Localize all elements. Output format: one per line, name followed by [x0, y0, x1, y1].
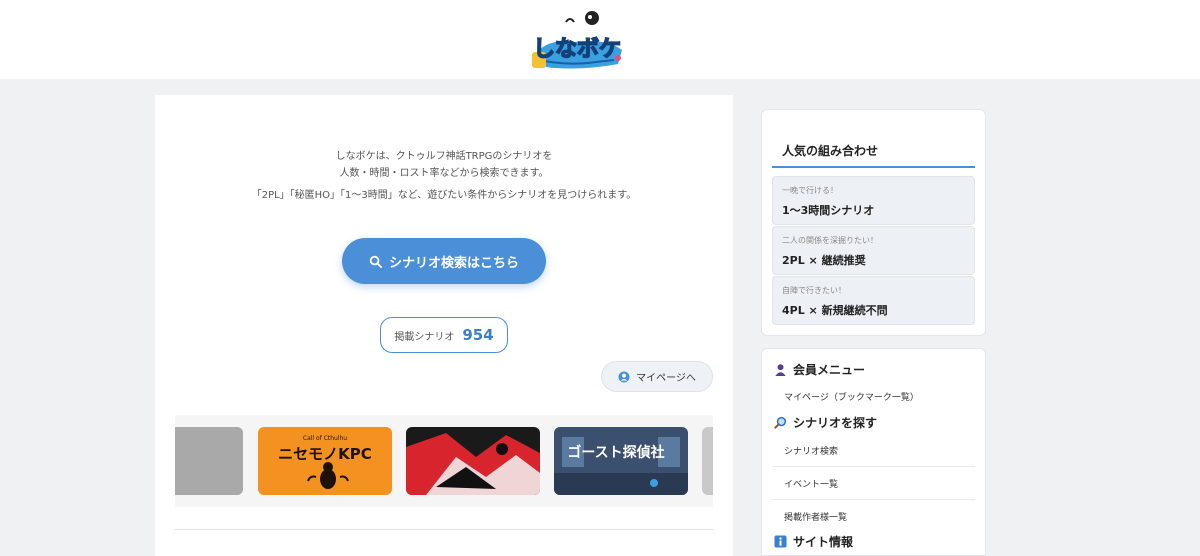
menu-item-mypage[interactable]: マイページ（ブックマーク一覧）: [784, 390, 919, 403]
magnifier-icon: [774, 416, 787, 429]
scenario-card[interactable]: ゴースト探偵社: [554, 427, 688, 495]
site-logo[interactable]: しなボケ: [526, 8, 628, 72]
logo-text: しなボケ: [533, 37, 621, 62]
scenario-card[interactable]: Call of Cthulhu ニセモノKPC: [258, 427, 392, 495]
member-menu-title: 会員メニュー: [793, 363, 866, 377]
scenario-card[interactable]: [406, 427, 540, 495]
scenario-search-button[interactable]: シナリオ検索はこちら: [342, 238, 546, 284]
user-icon: [618, 371, 630, 382]
search-menu-heading: シナリオを探す: [774, 414, 877, 431]
menu-item-authors[interactable]: 掲載作者様一覧: [784, 510, 847, 523]
scenario-count-value: 954: [462, 326, 494, 344]
combo-item-1[interactable]: 一晩で行ける！ 1〜3時間シナリオ: [772, 176, 975, 225]
section-divider: [175, 529, 713, 530]
intro-line-2: 人数・時間・ロスト率などから検索できます。: [339, 168, 549, 179]
card-caption: ニセモノKPC: [278, 445, 372, 463]
site-info-title: サイト情報: [793, 535, 854, 549]
popular-combinations-panel: 人気の組み合わせ 一晩で行ける！ 1〜3時間シナリオ 二人の関係を深掘りたい！ …: [761, 109, 986, 336]
info-icon: [774, 535, 787, 548]
menu-item-events[interactable]: イベント一覧: [784, 477, 838, 490]
menu-separator: [772, 466, 975, 467]
search-menu-title: シナリオを探す: [793, 416, 878, 430]
sidebar-menu: 会員メニュー マイページ（ブックマーク一覧） シナリオを探す シナリオ検索 イベ…: [761, 348, 986, 556]
scenario-count-label: 掲載シナリオ: [394, 331, 455, 343]
member-menu-heading: 会員メニュー: [774, 361, 865, 378]
member-icon: [775, 364, 786, 376]
scenario-card[interactable]: [175, 427, 243, 495]
popular-title-underline: [772, 166, 975, 168]
combo-subtitle: 一晩で行ける！: [782, 186, 838, 195]
site-header: しなボケ: [0, 0, 1200, 79]
combo-subtitle: 自陣で行きたい！: [782, 286, 846, 295]
intro-line-3: 「2PL」「秘匿HO」「1〜3時間」など、遊びたい条件からシナリオを見つけられま…: [251, 190, 637, 201]
main-panel: しなボケは、クトゥルフ神話TRPGのシナリオを 人数・時間・ロスト率などから検索…: [155, 95, 733, 556]
card-caption: ゴースト探偵社: [567, 444, 664, 461]
scenario-count-box: 掲載シナリオ 954: [380, 317, 508, 353]
scenario-carousel[interactable]: Call of Cthulhu ニセモノKPC ゴースト探偵社: [175, 415, 713, 507]
combo-subtitle: 二人の関係を深掘りたい！: [782, 236, 878, 245]
search-icon: [369, 255, 382, 268]
card-subcaption: Call of Cthulhu: [303, 435, 347, 442]
scenario-card[interactable]: [702, 427, 713, 495]
mypage-button[interactable]: マイページへ: [601, 361, 713, 392]
combo-title: 2PL × 継続推奨: [782, 254, 866, 267]
menu-separator: [772, 499, 975, 500]
scenario-search-label: シナリオ検索はこちら: [388, 255, 519, 271]
intro-line-1: しなボケは、クトゥルフ神話TRPGのシナリオを: [335, 151, 553, 162]
combo-title: 1〜3時間シナリオ: [782, 204, 875, 217]
menu-item-scenario-search[interactable]: シナリオ検索: [784, 444, 838, 457]
popular-title: 人気の組み合わせ: [782, 144, 879, 158]
combo-item-3[interactable]: 自陣で行きたい！ 4PL × 新規継続不問: [772, 276, 975, 325]
combo-title: 4PL × 新規継続不問: [782, 304, 888, 317]
mypage-label: マイページへ: [636, 373, 696, 384]
site-info-heading: サイト情報: [774, 533, 853, 550]
combo-item-2[interactable]: 二人の関係を深掘りたい！ 2PL × 継続推奨: [772, 226, 975, 275]
